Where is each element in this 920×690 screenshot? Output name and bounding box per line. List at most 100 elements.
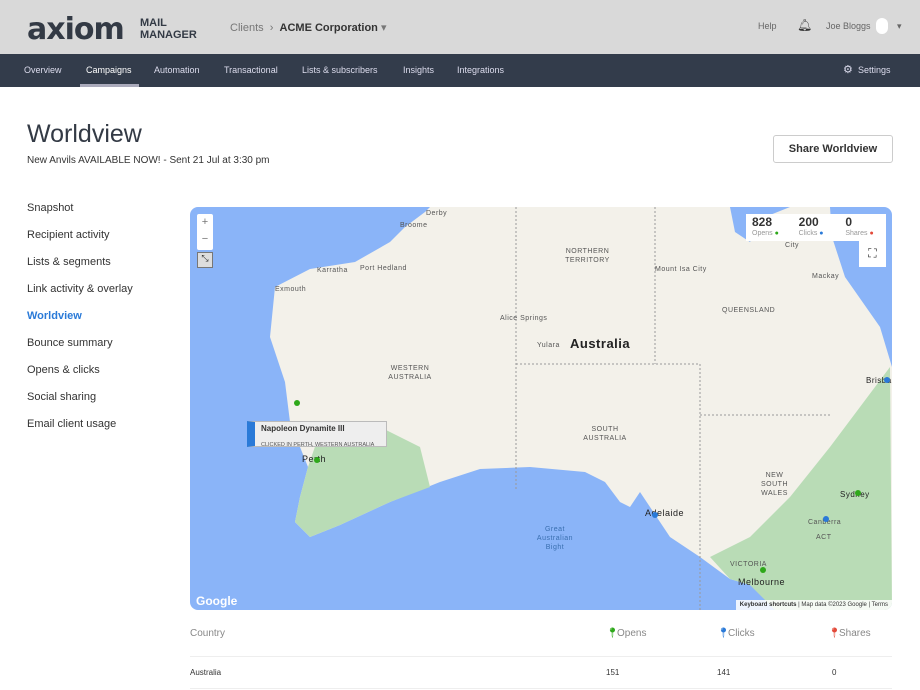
- campaign-subtitle: New Anvils AVAILABLE NOW! - Sent 21 Jul …: [27, 155, 270, 166]
- label-melbourne: Melbourne: [738, 577, 786, 587]
- bell-icon[interactable]: 🔔︎: [797, 18, 812, 32]
- chevron-down-icon[interactable]: ▾: [381, 22, 387, 34]
- row-shares: 0: [832, 668, 837, 677]
- label-broome: Broome: [400, 222, 428, 229]
- stat-shares: 0 Shares ●: [839, 214, 886, 241]
- keyboard-shortcuts-link[interactable]: Keyboard shortcuts: [740, 602, 797, 608]
- label-act: ACT: [816, 534, 832, 541]
- shares-label: Shares: [845, 230, 868, 237]
- click-marker[interactable]: [652, 512, 658, 518]
- open-marker[interactable]: [855, 490, 861, 496]
- country-link[interactable]: Australia: [190, 668, 221, 677]
- opens-label: Opens: [752, 230, 773, 237]
- label-city: City: [785, 242, 800, 249]
- sidebar-item-bounce-summary[interactable]: Bounce summary: [27, 337, 133, 364]
- label-yulara: Yulara: [537, 342, 560, 349]
- shares-dot-icon: ●: [869, 230, 874, 237]
- shares-count: 0: [845, 215, 853, 229]
- avatar[interactable]: [876, 18, 888, 34]
- share-worldview-button[interactable]: Share Worldview: [773, 135, 893, 163]
- google-logo: Google: [196, 594, 238, 608]
- open-marker[interactable]: [294, 400, 300, 406]
- nav-overview[interactable]: Overview: [24, 65, 62, 75]
- row-opens: 151: [606, 668, 620, 677]
- nav-integrations[interactable]: Integrations: [457, 65, 504, 75]
- sidebar-item-opens-clicks[interactable]: Opens & clicks: [27, 364, 133, 391]
- col-country: Country: [190, 628, 226, 639]
- open-marker[interactable]: [760, 567, 766, 573]
- map-attribution: Keyboard shortcuts | Map data ©2023 Goog…: [735, 600, 892, 610]
- label-nt: NORTHERN TERRITORY: [565, 248, 610, 264]
- label-qld: QUEENSLAND: [722, 307, 776, 314]
- sidebar-item-recipient-activity[interactable]: Recipient activity: [27, 229, 133, 256]
- breadcrumb: Clients › ACME Corporation ▾: [230, 22, 387, 34]
- col-opens: Opens: [617, 628, 647, 639]
- nav-insights[interactable]: Insights: [403, 65, 434, 75]
- tooltip-detail: CLICKED IN PERTH, WESTERN AUSTRALIA: [261, 442, 375, 448]
- top-bar: axiom MAIL MANAGER Clients › ACME Corpor…: [0, 0, 920, 54]
- tooltip-title: Napoleon Dynamite III: [261, 424, 345, 433]
- label-derby: Derby: [426, 210, 448, 217]
- opens-count: 828: [752, 215, 773, 229]
- divider: [190, 688, 892, 689]
- stat-opens: 828 Opens ●: [746, 214, 793, 241]
- map-data-text: Map data ©2023 Google: [801, 602, 867, 608]
- nav-campaigns[interactable]: Campaigns: [86, 65, 132, 75]
- terms-link[interactable]: Terms: [872, 602, 888, 608]
- label-bight: Great Australian Bight: [536, 526, 574, 551]
- gear-icon[interactable]: ⚙: [843, 63, 853, 76]
- nav-settings[interactable]: Settings: [858, 65, 891, 75]
- label-australia: Australia: [570, 336, 631, 351]
- label-nsw: NEW SOUTH WALES: [761, 472, 788, 497]
- open-marker[interactable]: [314, 457, 320, 463]
- main-nav: Overview Campaigns Automation Transactio…: [0, 54, 920, 87]
- user-name[interactable]: Joe Bloggs: [826, 21, 871, 31]
- sidebar-item-snapshot[interactable]: Snapshot: [27, 202, 133, 229]
- sidebar-item-email-client-usage[interactable]: Email client usage: [27, 418, 133, 445]
- row-clicks: 141: [717, 668, 731, 677]
- page-title: Worldview: [27, 120, 142, 148]
- breadcrumb-client[interactable]: ACME Corporation: [280, 22, 378, 34]
- logo[interactable]: axiom: [27, 12, 125, 47]
- stat-clicks: 200 Clicks ●: [793, 214, 840, 241]
- zoom-out-button[interactable]: −: [197, 231, 213, 248]
- label-wa: WESTERN AUSTRALIA: [388, 365, 432, 381]
- label-karratha: Karratha: [317, 267, 348, 274]
- sidebar-item-social-sharing[interactable]: Social sharing: [27, 391, 133, 418]
- label-adelaide: Adelaide: [645, 508, 685, 518]
- fit-bounds-icon[interactable]: ⤡: [197, 252, 213, 268]
- opens-dot-icon: ●: [774, 230, 779, 237]
- sidebar-item-worldview[interactable]: Worldview: [27, 310, 133, 337]
- label-mackay: Mackay: [812, 273, 840, 280]
- label-sa: SOUTH AUSTRALIA: [583, 426, 627, 442]
- label-mount-isa: Mount Isa City: [655, 266, 707, 273]
- fullscreen-button[interactable]: ⛶: [859, 240, 886, 267]
- sidebar-item-lists-segments[interactable]: Lists & segments: [27, 256, 133, 283]
- report-sidebar: Snapshot Recipient activity Lists & segm…: [27, 202, 133, 445]
- zoom-controls: + −: [197, 214, 213, 250]
- breadcrumb-clients[interactable]: Clients: [230, 22, 264, 34]
- nav-automation[interactable]: Automation: [154, 65, 200, 75]
- click-marker[interactable]: [823, 516, 829, 522]
- active-tab-indicator: [80, 84, 139, 87]
- divider: [190, 656, 892, 657]
- activity-tooltip: Napoleon Dynamite III CLICKED IN PERTH, …: [247, 421, 387, 448]
- label-alice-springs: Alice Springs: [500, 315, 548, 322]
- click-marker[interactable]: [884, 377, 890, 383]
- map-stats-panel: 828 Opens ● 200 Clicks ● 0 Shares ●: [746, 214, 886, 241]
- sidebar-item-link-activity[interactable]: Link activity & overlay: [27, 283, 133, 310]
- col-shares: Shares: [839, 628, 871, 639]
- world-map[interactable]: Australia NORTHERN TERRITORY WESTERN AUS…: [190, 207, 892, 610]
- col-clicks: Clicks: [728, 628, 755, 639]
- label-port-hedland: Port Hedland: [360, 265, 407, 272]
- clicks-count: 200: [798, 215, 819, 229]
- user-menu-chevron-icon[interactable]: ▾: [897, 21, 902, 32]
- help-link[interactable]: Help: [758, 21, 777, 31]
- zoom-in-button[interactable]: +: [197, 214, 213, 231]
- label-exmouth: Exmouth: [275, 286, 307, 293]
- nav-lists-subscribers[interactable]: Lists & subscribers: [302, 65, 378, 75]
- clicks-dot-icon: ●: [819, 230, 824, 237]
- nav-transactional[interactable]: Transactional: [224, 65, 278, 75]
- logo-subtitle: MAIL MANAGER: [140, 17, 197, 41]
- clicks-label: Clicks: [798, 230, 818, 237]
